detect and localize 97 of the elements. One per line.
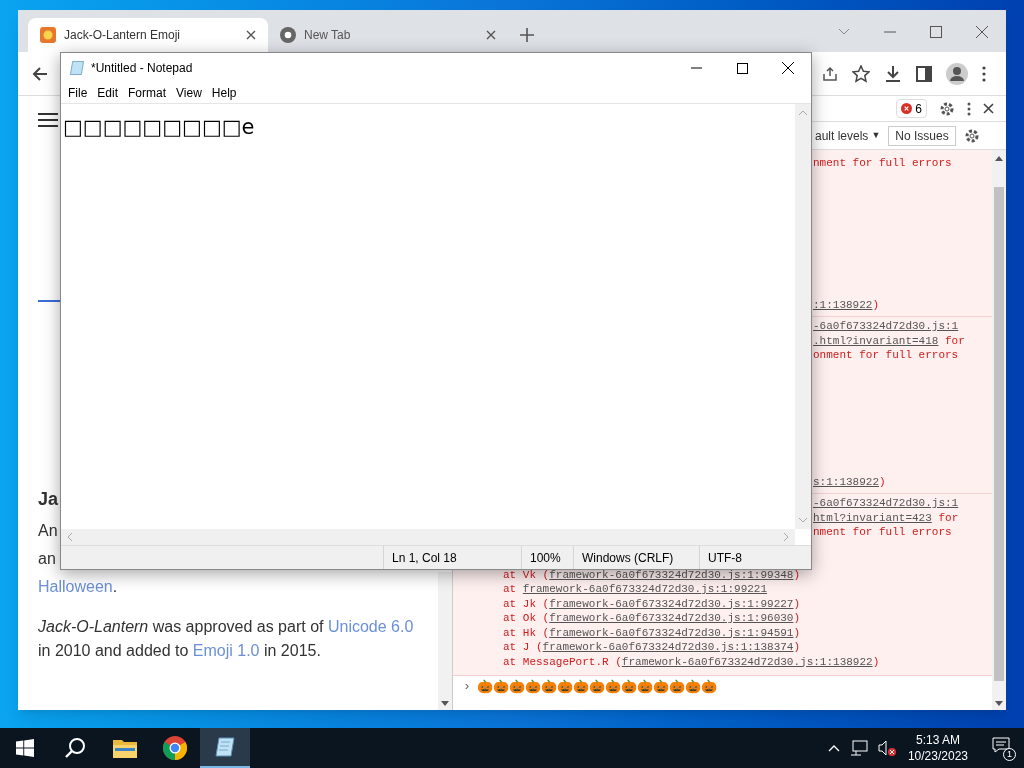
console-text: onment for full errors [813,348,960,363]
source-link[interactable]: s:1:138922 [813,474,879,489]
browser-tab[interactable]: New Tab [268,18,508,52]
source-link[interactable]: framework-6a0f673324d72d30.js:1:94591 [549,625,794,640]
stack-frame-text: at Hk ( [503,625,550,640]
close-icon[interactable] [983,103,994,114]
chrome-logo-icon [163,736,187,760]
new-tab-plus-icon[interactable] [520,28,534,42]
folder-icon [113,738,137,758]
menu-item[interactable]: Edit [92,84,124,102]
status-text: Windows (CRLF) [582,549,674,567]
error-count-badge[interactable]: 6 [896,99,927,118]
stack-frame-text: at Vk ( [503,567,550,582]
console-text: ) [879,474,886,489]
close-icon [246,30,256,40]
stack-frame-text: at J ( [503,640,543,655]
body-text: An [38,521,58,541]
error-icon [901,103,913,114]
menu-item[interactable]: Format [123,84,172,102]
notification-icon[interactable] [992,737,1010,753]
minimize-icon[interactable] [690,67,702,69]
stack-frame-text: at MessagePort.R ( [503,654,622,669]
stack-frame-text: at [503,582,518,597]
scrollbar-thumb[interactable] [994,187,1004,681]
text-content[interactable]: □□□□□□□□□e [63,115,255,139]
side-panel-icon[interactable] [916,65,932,82]
menu-icon[interactable] [38,112,58,128]
muted-speaker-icon[interactable] [877,740,896,756]
source-link[interactable]: :1:138922 [813,297,873,312]
console-text: ) [793,596,801,611]
close-icon [486,30,496,40]
status-text: Ln 1, Col 18 [392,549,457,567]
browser-tab[interactable]: Jack-O-Lantern Emoji [28,18,268,52]
chrome-logo-icon [280,27,296,43]
stack-frame-text: at Ok ( [503,611,550,626]
log-levels-dropdown[interactable]: ault levels ▼ [815,126,881,145]
network-icon[interactable] [849,740,868,756]
settings-icon[interactable] [939,100,955,117]
source-link[interactable]: framework-6a0f673324d72d30.js:1:138374 [542,640,794,655]
menu-dots-icon[interactable] [982,65,986,82]
search-icon [64,737,86,759]
page-favicon-icon [40,27,56,43]
settings-icon[interactable] [963,127,980,144]
close-icon[interactable] [782,62,794,74]
console-text: ) [793,567,801,582]
menu-item[interactable]: File [63,84,93,102]
console-prompt: › [463,680,471,695]
notepad-icon [69,60,85,76]
chevron-up-icon[interactable] [827,744,840,752]
console-text: ) [793,625,801,640]
console-text: ) [872,654,880,669]
profile-avatar-icon[interactable] [946,62,968,85]
download-icon[interactable] [884,64,902,83]
maximize-icon[interactable] [736,62,748,74]
source-link[interactable]: framework-6a0f673324d72d30.js:1:99348 [549,567,794,582]
tab-title: New Tab [304,27,352,44]
back-arrow-icon[interactable] [32,65,48,82]
section-heading: Ja [38,488,60,511]
source-link[interactable]: -6a0f673324d72d30.js:1 [813,320,959,332]
scroll-down-arrow-icon[interactable] [995,701,1003,706]
status-text: 100% [530,549,561,567]
source-link[interactable]: framework-6a0f673324d72d30.js:1:99227 [549,596,794,611]
windows-logo-icon [16,739,34,757]
clock[interactable]: 5:13 AM 10/23/2023 [905,732,970,764]
window-title: *Untitled - Notepad [91,60,193,77]
body-text: . [112,577,118,597]
chevron-down-icon[interactable] [838,28,850,36]
divider-line [38,300,60,302]
share-icon[interactable] [822,65,838,82]
notepad-icon [214,736,236,758]
source-link[interactable]: framework-6a0f673324d72d30.js:1:96030 [549,611,794,626]
source-link[interactable]: .html?invariant=418 [813,334,939,347]
console-text: ) [793,640,801,655]
scroll-down-arrow-icon[interactable] [441,701,449,706]
status-text: UTF-8 [708,549,742,567]
console-text: ) [793,611,801,626]
source-link[interactable]: -6a0f673324d72d30.js:1 [813,497,959,509]
notification-count-badge: 1 [1003,748,1016,761]
source-link[interactable]: html?invariant=423 [813,511,932,524]
console-text: nment for full errors [813,156,953,171]
console-text: nment for full errors [813,525,953,540]
console-text: for [937,511,959,524]
source-link[interactable]: framework-6a0f673324d72d30.js:1:138922 [621,654,873,669]
taskbar-button[interactable] [200,728,250,768]
issues-button[interactable]: No Issues [888,125,956,146]
tab-title: Jack-O-Lantern Emoji [64,27,182,44]
stack-frame-text: at Jk ( [503,596,550,611]
menu-item[interactable]: View [171,84,207,102]
body-paragraph: Jack-O-Lantern was approved as part of Unicode 6.0 in 2010 and added to Emoji 1.0 in 2015. [38,617,415,661]
console-text: ) [872,297,880,312]
menu-dots-icon[interactable] [967,101,971,116]
body-text: an [38,549,56,569]
star-icon[interactable] [852,64,870,83]
scroll-up-arrow-icon[interactable] [995,156,1003,161]
source-link[interactable]: framework-6a0f673324d72d30.js:1:99221 [522,582,768,597]
console-text: for [944,334,965,347]
menu-item[interactable]: Help [206,84,242,102]
